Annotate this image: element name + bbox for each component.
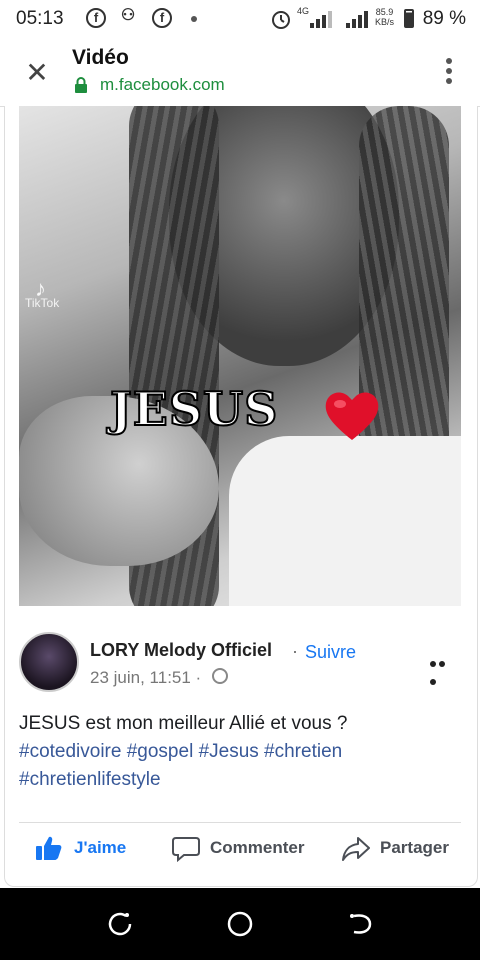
comment-icon[interactable] (172, 836, 200, 862)
browser-header: ✕ Vidéo m.facebook.com (0, 38, 480, 107)
status-bar: 05:13 f ⚇ f 4G 85.9 KB/s 89 % (0, 0, 480, 38)
post-body: JESUS est mon meilleur Allié et vous ? #… (19, 710, 439, 794)
video-shirt (229, 436, 461, 606)
facebook-notification-icon: f (86, 8, 106, 28)
facebook-notification-icon-2: f (152, 8, 172, 28)
network-type: 4G (297, 6, 310, 16)
close-icon[interactable]: ✕ (22, 58, 52, 88)
follow-button[interactable]: Suivre (305, 642, 356, 663)
divider (19, 822, 461, 823)
separator-dot: · (292, 641, 298, 661)
post-text: JESUS est mon meilleur Allié et vous ? (19, 713, 348, 734)
globe-icon (212, 668, 228, 684)
like-label: J'aime (74, 838, 127, 857)
signal-icon (310, 10, 332, 28)
post-timestamp[interactable]: 23 juin, 11:51 · (90, 668, 201, 688)
home-icon[interactable] (226, 910, 254, 938)
signal-icon-2 (346, 10, 368, 28)
people-notification-icon: ⚇ (120, 7, 136, 24)
thumbs-up-icon[interactable] (36, 836, 62, 860)
video-player[interactable]: ♪ TikTok (19, 106, 461, 606)
battery-percent: 89 % (422, 8, 466, 29)
status-time: 05:13 (16, 8, 64, 29)
network-speed: 85.9 KB/s (375, 7, 395, 27)
post-hashtags[interactable]: #cotedivoire #gospel #Jesus #chretien #c… (19, 738, 439, 794)
post-more-icon[interactable] (430, 654, 456, 685)
tiktok-watermark: TikTok (25, 296, 60, 310)
more-notifications-dot (191, 16, 197, 22)
page-title: Vidéo (72, 46, 129, 69)
avatar[interactable] (19, 632, 79, 692)
lock-icon (75, 77, 87, 93)
share-label: Partager (380, 838, 449, 857)
alarm-icon (272, 11, 290, 29)
video-overlay-text: JESUS (109, 381, 279, 437)
back-icon[interactable] (346, 910, 374, 938)
battery-icon (404, 9, 414, 28)
comment-label: Commenter (210, 838, 305, 857)
system-nav-bar (0, 888, 480, 960)
recent-apps-icon[interactable] (106, 910, 134, 938)
heart-icon (325, 392, 379, 440)
url-text: m.facebook.com (100, 75, 225, 94)
author-name[interactable]: LORY Melody Officiel (90, 640, 272, 661)
share-icon[interactable] (342, 836, 370, 862)
more-options-icon[interactable] (444, 58, 454, 88)
